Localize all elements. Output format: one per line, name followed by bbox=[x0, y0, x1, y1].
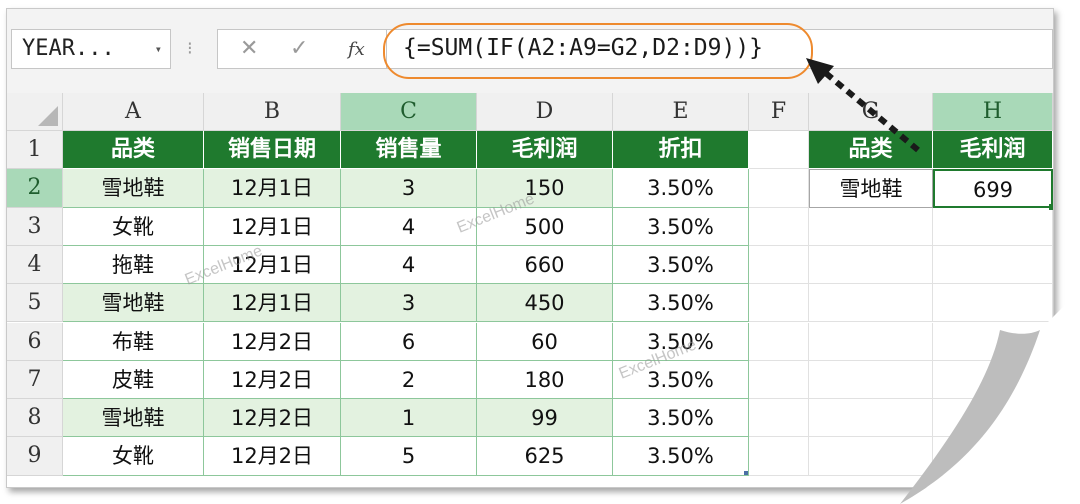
table-cell[interactable]: 180 bbox=[477, 360, 613, 400]
empty-cell[interactable] bbox=[749, 245, 809, 285]
table-cell[interactable]: 12月1日 bbox=[204, 284, 341, 323]
empty-cell[interactable] bbox=[749, 399, 809, 438]
table-cell[interactable]: 雪地鞋 bbox=[63, 169, 204, 208]
table-cell[interactable]: 6 bbox=[341, 322, 477, 361]
column-header-e[interactable]: E bbox=[613, 93, 749, 131]
empty-cell[interactable] bbox=[933, 245, 1053, 285]
formula-text: {=SUM(IF(A2:A9=G2,D2:D9))} bbox=[403, 35, 764, 61]
table-cell[interactable]: 3.50% bbox=[613, 207, 749, 246]
table-cell[interactable]: 12月1日 bbox=[204, 169, 341, 208]
table-cell[interactable]: 12月1日 bbox=[204, 207, 341, 246]
name-box[interactable]: YEAR... ▾ bbox=[11, 29, 171, 69]
table-cell[interactable]: 雪地鞋 bbox=[63, 399, 204, 438]
row-header-1[interactable]: 1 bbox=[7, 131, 63, 170]
row-header-5[interactable]: 5 bbox=[7, 284, 63, 323]
insert-function-icon[interactable]: fx bbox=[348, 39, 365, 60]
table-cell[interactable]: 1 bbox=[341, 399, 477, 438]
result-category-cell[interactable]: 雪地鞋 bbox=[809, 169, 933, 208]
spreadsheet-window: YEAR... ▾ ⁝ ✕ ✓ fx {=SUM(IF(A2:A9=G2,D2:… bbox=[6, 8, 1054, 488]
empty-cell[interactable] bbox=[933, 437, 1053, 476]
empty-cell[interactable] bbox=[749, 284, 809, 323]
empty-cell[interactable] bbox=[749, 322, 809, 361]
column-header-c[interactable]: C bbox=[341, 93, 477, 131]
row-header-3[interactable]: 3 bbox=[7, 207, 63, 246]
row-header-6[interactable]: 6 bbox=[7, 322, 63, 361]
table-cell[interactable]: 拖鞋 bbox=[63, 245, 204, 285]
table-cell[interactable]: 3.50% bbox=[613, 245, 749, 285]
empty-cell[interactable] bbox=[749, 131, 809, 170]
table-header-cell[interactable]: 销售日期 bbox=[204, 131, 341, 170]
empty-cell[interactable] bbox=[933, 207, 1053, 246]
drag-handle-icon[interactable]: ⁝ bbox=[187, 39, 193, 59]
table-cell[interactable]: 12月2日 bbox=[204, 399, 341, 438]
empty-cell[interactable] bbox=[749, 207, 809, 246]
table-cell[interactable]: 3.50% bbox=[613, 169, 749, 208]
table-header-cell[interactable]: 折扣 bbox=[613, 131, 749, 170]
table-cell[interactable]: 660 bbox=[477, 245, 613, 285]
empty-cell[interactable] bbox=[933, 322, 1053, 361]
table-cell[interactable]: 5 bbox=[341, 437, 477, 476]
column-header-h[interactable]: H bbox=[933, 93, 1053, 131]
empty-cell[interactable] bbox=[809, 284, 933, 323]
select-all-corner[interactable] bbox=[7, 93, 63, 131]
empty-cell[interactable] bbox=[809, 437, 933, 476]
table-cell[interactable]: 皮鞋 bbox=[63, 360, 204, 400]
column-header-b[interactable]: B bbox=[204, 93, 341, 131]
row-header-9[interactable]: 9 bbox=[7, 437, 63, 476]
table-cell[interactable]: 12月2日 bbox=[204, 437, 341, 476]
table-cell[interactable]: 99 bbox=[477, 399, 613, 438]
table-cell[interactable]: 3 bbox=[341, 284, 477, 323]
table-cell[interactable]: 布鞋 bbox=[63, 322, 204, 361]
empty-cell[interactable] bbox=[933, 284, 1053, 323]
result-header-category[interactable]: 品类 bbox=[809, 131, 933, 170]
table-cell[interactable]: 12月2日 bbox=[204, 322, 341, 361]
table-cell[interactable]: 3.50% bbox=[613, 284, 749, 323]
empty-cell[interactable] bbox=[933, 399, 1053, 438]
empty-cell[interactable] bbox=[749, 360, 809, 400]
table-cell[interactable]: 3.50% bbox=[613, 437, 749, 476]
column-header-f[interactable]: F bbox=[749, 93, 809, 131]
empty-cell[interactable] bbox=[809, 360, 933, 400]
table-cell[interactable]: 625 bbox=[477, 437, 613, 476]
table-cell[interactable]: 女靴 bbox=[63, 437, 204, 476]
table-cell[interactable]: 12月2日 bbox=[204, 360, 341, 400]
table-cell[interactable]: 60 bbox=[477, 322, 613, 361]
table-header-cell[interactable]: 品类 bbox=[63, 131, 204, 170]
result-header-profit[interactable]: 毛利润 bbox=[933, 131, 1053, 170]
table-cell[interactable]: 雪地鞋 bbox=[63, 284, 204, 323]
row-header-8[interactable]: 8 bbox=[7, 399, 63, 438]
empty-cell[interactable] bbox=[933, 360, 1053, 400]
formula-bar: YEAR... ▾ ⁝ ✕ ✓ fx {=SUM(IF(A2:A9=G2,D2:… bbox=[7, 9, 1053, 94]
table-cell[interactable]: 女靴 bbox=[63, 207, 204, 246]
row-header-4[interactable]: 4 bbox=[7, 245, 63, 285]
cancel-icon[interactable]: ✕ bbox=[240, 36, 258, 61]
empty-cell[interactable] bbox=[809, 399, 933, 438]
chevron-down-icon[interactable]: ▾ bbox=[155, 30, 162, 68]
active-cell-h2[interactable]: 699 bbox=[933, 169, 1053, 208]
table-cell[interactable]: 3.50% bbox=[613, 399, 749, 438]
table-cell[interactable]: 3 bbox=[341, 169, 477, 208]
table-cell[interactable]: 4 bbox=[341, 245, 477, 285]
column-header-d[interactable]: D bbox=[477, 93, 613, 131]
empty-cell[interactable] bbox=[749, 437, 809, 476]
empty-cell[interactable] bbox=[809, 207, 933, 246]
table-header-cell[interactable]: 销售量 bbox=[341, 131, 477, 170]
empty-cell[interactable] bbox=[809, 322, 933, 361]
check-icon[interactable]: ✓ bbox=[290, 36, 308, 61]
range-corner-marker bbox=[744, 470, 748, 475]
table-cell[interactable]: 450 bbox=[477, 284, 613, 323]
table-cell[interactable]: 2 bbox=[341, 360, 477, 400]
name-box-value: YEAR... bbox=[22, 36, 115, 61]
empty-cell[interactable] bbox=[749, 169, 809, 208]
column-header-a[interactable]: A bbox=[63, 93, 204, 131]
fill-handle[interactable] bbox=[1049, 203, 1053, 210]
column-header-g[interactable]: G bbox=[809, 93, 933, 131]
table-cell[interactable]: 150 bbox=[477, 169, 613, 208]
row-header-2[interactable]: 2 bbox=[7, 169, 63, 208]
row-header-7[interactable]: 7 bbox=[7, 360, 63, 400]
table-header-cell[interactable]: 毛利润 bbox=[477, 131, 613, 170]
empty-cell[interactable] bbox=[809, 245, 933, 285]
formula-buttons: ✕ ✓ fx bbox=[217, 29, 387, 69]
